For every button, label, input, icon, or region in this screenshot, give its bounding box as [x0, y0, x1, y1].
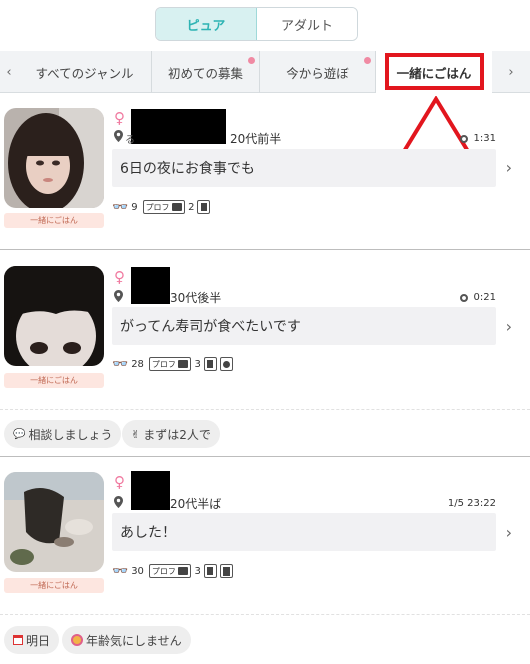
document-icon: [203, 564, 217, 578]
tag-chip-two-people[interactable]: ✌ まずは2人で: [122, 420, 220, 448]
card-divider: [0, 249, 530, 250]
tab-label: 今から遊ぼ: [286, 65, 349, 81]
tag-chip-age-ok[interactable]: 年齢気にしません: [62, 626, 191, 654]
chip-label: 明日: [26, 633, 51, 648]
post-time-text: 1/5 23:22: [447, 498, 496, 509]
glasses-icon: 👓: [112, 356, 129, 372]
age-range: 20代半ば: [170, 497, 222, 511]
camera-icon: [172, 203, 183, 211]
calendar-icon: [13, 635, 23, 645]
avatar-photo: [4, 266, 104, 366]
clock-icon: [459, 293, 468, 302]
avatar[interactable]: [4, 108, 104, 208]
victory-hand-icon: ✌: [131, 427, 141, 441]
tab-label: 初めての募集: [167, 65, 243, 81]
chevron-right-icon[interactable]: ›: [506, 523, 512, 542]
chevron-right-icon[interactable]: ›: [506, 317, 512, 336]
speech-bubble-icon: 💬: [13, 428, 26, 440]
new-dot-icon: [248, 57, 255, 64]
female-icon: ♀: [114, 109, 125, 127]
location-pin-icon: [114, 130, 123, 142]
chip-label: 相談しましょう: [28, 427, 113, 442]
avatar-photo: [4, 472, 104, 572]
tab-first-time[interactable]: 初めての募集: [152, 51, 260, 93]
photo-count: 3: [194, 565, 201, 577]
age-range: 20代前半: [230, 132, 282, 146]
highlight-annotation-box: [385, 53, 484, 90]
photo-count: 3: [194, 358, 201, 370]
card-meta-row: 👓 28 プロフ 3: [112, 356, 233, 372]
card-meta-row: 👓 9 プロフ 2: [112, 199, 211, 215]
chat-icon: [219, 357, 233, 371]
age-range: 30代後半: [170, 291, 222, 305]
profile-badge-label: プロフ: [151, 359, 176, 369]
chevron-right-icon[interactable]: ›: [506, 158, 512, 177]
card-section-divider: [0, 409, 530, 410]
post-time-text: 1:31: [473, 133, 496, 144]
avatar[interactable]: [4, 472, 104, 572]
camera-icon: [178, 360, 189, 368]
profile-badge: プロフ: [142, 200, 186, 214]
tag-chip-consult[interactable]: 💬 相談しましょう: [4, 420, 122, 448]
tab-all-genres[interactable]: すべてのジャンル: [18, 51, 152, 93]
avatar-photo: [4, 108, 104, 208]
card-meta-row: 👓 30 プロフ 3: [112, 563, 233, 579]
tab-scroll-right-icon[interactable]: ›: [502, 51, 520, 93]
redacted-name: [131, 471, 170, 510]
post-time: 1:31: [459, 133, 496, 144]
genre-tag: 一緒にごはん: [4, 373, 104, 388]
view-count: 28: [131, 358, 144, 370]
profile-badge: プロフ: [148, 564, 192, 578]
glasses-icon: 👓: [112, 199, 129, 215]
face-icon: [71, 634, 83, 646]
profile-badge: プロフ: [148, 357, 192, 371]
pure-toggle-button[interactable]: ピュア: [156, 8, 257, 40]
clock-icon: [459, 134, 468, 143]
post-time-text: 0:21: [473, 292, 496, 303]
tab-play-now[interactable]: 今から遊ぼ: [260, 51, 376, 93]
female-icon: ♀: [114, 268, 125, 286]
view-count: 30: [131, 565, 144, 577]
tab-scroll-left-icon[interactable]: ‹: [0, 51, 18, 93]
pure-adult-toggle: ピュア アダルト: [155, 7, 358, 41]
glasses-icon: 👓: [112, 563, 129, 579]
photo-count: 2: [188, 201, 195, 213]
message-text: がってん寿司が食べたいです: [112, 307, 496, 345]
message-text: 6日の夜にお食事でも: [112, 149, 496, 187]
post-time: 0:21: [459, 292, 496, 303]
location-pin-icon: [114, 496, 123, 508]
chip-label: 年齢気にしません: [86, 633, 182, 648]
redacted-name: [131, 109, 226, 144]
profile-badge-label: プロフ: [151, 566, 176, 576]
camera-icon: [178, 567, 189, 575]
location-prefix: る: [125, 135, 135, 146]
new-dot-icon: [364, 57, 371, 64]
redacted-name: [131, 267, 170, 304]
document-icon: [203, 357, 217, 371]
avatar[interactable]: [4, 266, 104, 366]
message-text: あした！: [112, 513, 496, 551]
document-icon: [197, 200, 211, 214]
profile-badge-label: プロフ: [145, 202, 170, 212]
card-divider: [0, 456, 530, 457]
location-pin-icon: [114, 290, 123, 302]
view-count: 9: [131, 201, 138, 213]
calculator-icon: [219, 564, 233, 578]
tab-label: すべてのジャンル: [35, 65, 134, 81]
tag-chip-tomorrow[interactable]: 明日: [4, 626, 60, 654]
chip-label: まずは2人で: [143, 427, 211, 442]
genre-tag: 一緒にごはん: [4, 578, 104, 593]
genre-tag: 一緒にごはん: [4, 213, 104, 228]
post-time: 1/5 23:22: [448, 498, 496, 509]
card-section-divider: [0, 614, 530, 615]
adult-toggle-button[interactable]: アダルト: [257, 8, 357, 40]
female-icon: ♀: [114, 473, 125, 491]
